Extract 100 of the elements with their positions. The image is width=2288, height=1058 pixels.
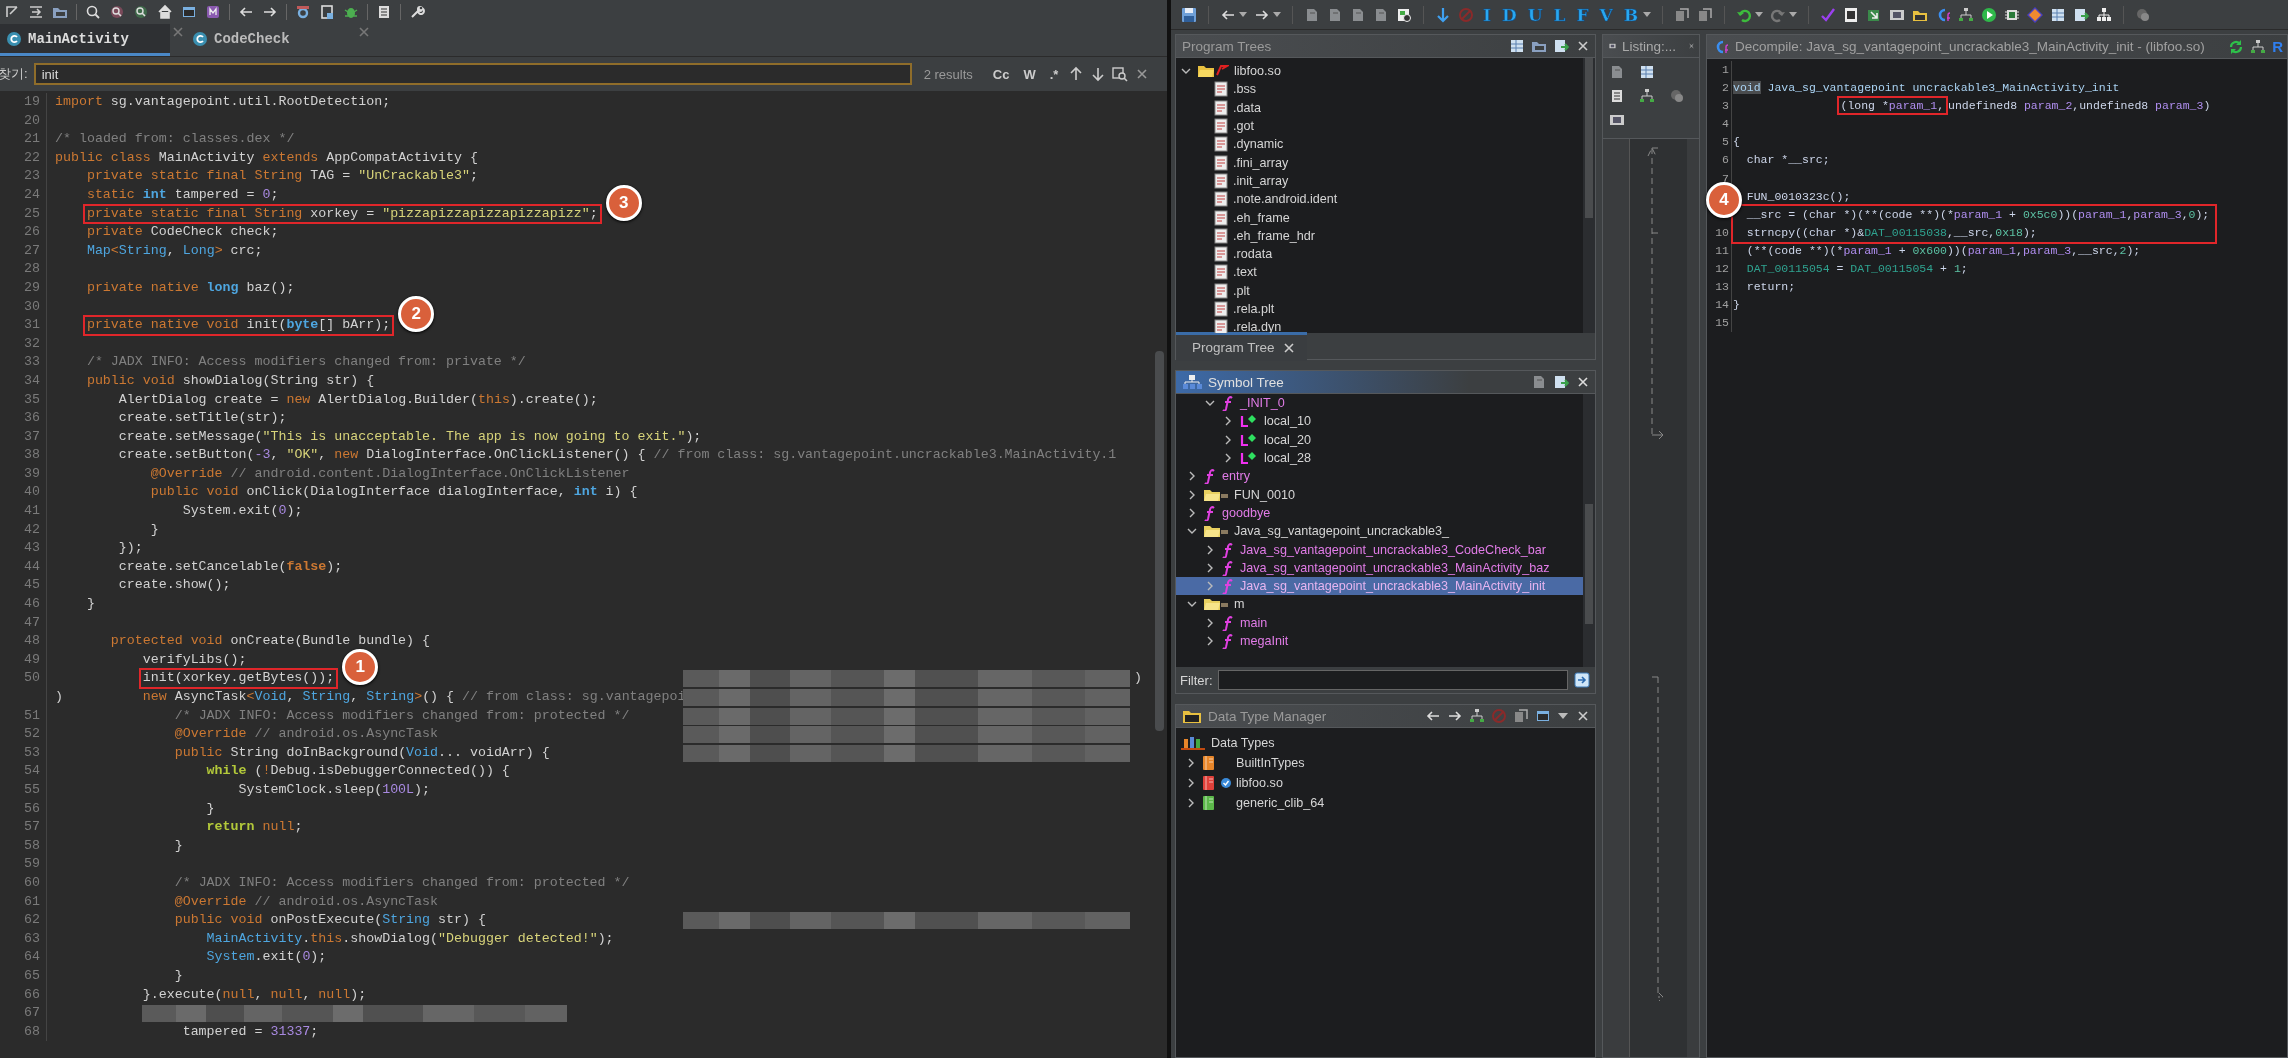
tree-item[interactable]: .rodata: [1176, 244, 1583, 264]
toolbar-button[interactable]: V: [1597, 4, 1615, 25]
filter-options-icon[interactable]: [1573, 671, 1591, 689]
result-count: 2 results: [923, 66, 973, 82]
search-option-button[interactable]: Cc: [988, 66, 1014, 82]
tree-item[interactable]: libfoo.so: [1176, 62, 1583, 81]
step-badge: 3: [605, 184, 642, 221]
page-icon[interactable]: [1373, 6, 1389, 23]
code-line: {: [1733, 135, 1740, 149]
window-icon[interactable]: [181, 4, 197, 20]
code-line: /* JADX INFO: Access modifiers changed from: protected */: [173, 706, 631, 725]
tree-item-label: libfoo.so: [1236, 776, 1283, 790]
editor-tab[interactable]: CodeCheck: [186, 24, 356, 56]
expand-icon[interactable]: [4, 4, 20, 20]
line-number: 65: [24, 967, 40, 983]
tree-item[interactable]: Data Types: [1176, 733, 1595, 753]
log-icon[interactable]: [376, 4, 392, 20]
module-icon[interactable]: [205, 4, 221, 20]
page-icon[interactable]: [1304, 6, 1320, 23]
page-icon[interactable]: [1327, 6, 1343, 23]
tree-item[interactable]: .text: [1176, 263, 1583, 282]
binary-icon[interactable]: [1843, 6, 1860, 23]
search-option-button[interactable]: W: [1019, 66, 1040, 82]
table-export-icon[interactable]: [1553, 374, 1569, 390]
tree-item[interactable]: entry: [1176, 467, 1583, 486]
table-export-icon[interactable]: [1553, 38, 1569, 54]
view-tab[interactable]: Program Tree: [1192, 340, 1275, 355]
search-text-icon[interactable]: [133, 4, 149, 20]
refresh-icon[interactable]: [2228, 38, 2245, 55]
code-line: }: [173, 966, 184, 985]
tree-item[interactable]: local_10: [1176, 412, 1583, 431]
checkmark-icon[interactable]: [1820, 6, 1837, 23]
home-icon[interactable]: [157, 4, 173, 20]
tree-item[interactable]: m: [1176, 595, 1583, 614]
tree-item-label: Java_sg_vantagepoint_uncrackable3_: [1234, 524, 1449, 539]
tree-item[interactable]: libfoo.so: [1176, 773, 1595, 793]
page-icon[interactable]: [1531, 374, 1547, 390]
tree-item[interactable]: Java_sg_vantagepoint_uncrackable3_: [1176, 522, 1583, 541]
tree-item[interactable]: .fini_array: [1176, 153, 1583, 172]
table-export-icon[interactable]: [2073, 6, 2090, 23]
wrench-icon[interactable]: [409, 4, 425, 20]
tree-item[interactable]: BuiltInTypes: [1176, 753, 1595, 773]
tree-item[interactable]: .init_array: [1176, 171, 1583, 191]
code-line: private native long baz();: [85, 278, 296, 297]
export-icon[interactable]: [28, 4, 44, 20]
down-arrow-icon[interactable]: [1435, 6, 1451, 23]
table-icon[interactable]: [2050, 6, 2067, 23]
panel-title: Decompile: Java_sg_vantagepoint_uncrackable3_MainActivity_init - (libfoo.so): [1735, 39, 2205, 54]
tree-item[interactable]: FUN_0010: [1176, 485, 1583, 504]
tree-item[interactable]: main: [1176, 613, 1583, 632]
search-usage-icon[interactable]: [109, 4, 125, 20]
tree-item-label: .fini_array: [1233, 155, 1289, 170]
tree-item[interactable]: local_20: [1176, 430, 1583, 449]
tree-item[interactable]: .bss: [1176, 80, 1583, 99]
code-line: }: [85, 595, 96, 614]
search-option-button[interactable]: .*: [1045, 66, 1063, 82]
search-icon[interactable]: [85, 4, 101, 20]
find-in-files-icon[interactable]: [1112, 66, 1129, 82]
toolbar-button[interactable]: B: [1621, 4, 1641, 25]
diamond-icon[interactable]: [2027, 6, 2044, 23]
play-icon[interactable]: [1981, 6, 1998, 23]
tree-item[interactable]: .rela.dyn: [1176, 318, 1583, 333]
tree-item[interactable]: megaInit: [1176, 631, 1583, 651]
table-icon[interactable]: [1509, 38, 1525, 54]
editor-tab[interactable]: MainActivity: [0, 24, 170, 56]
filter-field[interactable]: [1217, 670, 1568, 690]
toolbar-button[interactable]: I: [1481, 4, 1493, 25]
tree-item[interactable]: .rela.plt: [1176, 299, 1583, 319]
page-icon[interactable]: [1350, 6, 1366, 23]
arrow-down-icon[interactable]: [1090, 66, 1107, 82]
local-variable-icon: [1239, 413, 1259, 430]
line-number: 35: [24, 391, 40, 407]
graph-icon[interactable]: [1469, 708, 1485, 724]
graph-icon[interactable]: [1958, 6, 1975, 23]
tree-item[interactable]: .data: [1176, 98, 1583, 117]
device-icon[interactable]: [319, 4, 335, 20]
tree-item[interactable]: generic_clib_64: [1176, 793, 1595, 813]
code-line: protected void onCreate(Bundle bundle) {: [109, 632, 432, 651]
tree-item[interactable]: .dynamic: [1176, 135, 1583, 154]
save-icon[interactable]: [1181, 6, 1197, 23]
tree-item[interactable]: .plt: [1176, 281, 1583, 300]
tree-item[interactable]: .eh_frame_hdr: [1176, 226, 1583, 245]
tree-item[interactable]: .got: [1176, 116, 1583, 136]
line-number: 50: [24, 670, 40, 686]
graph-icon[interactable]: [2250, 38, 2267, 55]
tree-item-label: m: [1234, 597, 1245, 612]
tree-item[interactable]: Java_sg_vantagepoint_uncrackable3_MainActivity_baz: [1176, 558, 1583, 577]
window-icon[interactable]: [1535, 708, 1551, 724]
tree-item[interactable]: goodbye: [1176, 503, 1583, 523]
code-line: }.execute(null, null, null);: [141, 985, 368, 1004]
tree-item[interactable]: .eh_frame: [1176, 208, 1583, 227]
line-number: 36: [24, 410, 40, 426]
tree-item[interactable]: local_28: [1176, 448, 1583, 468]
tree-item[interactable]: _INIT_0: [1176, 394, 1583, 413]
tree-item[interactable]: Java_sg_vantagepoint_uncrackable3_CodeCheck_bar: [1176, 540, 1583, 559]
tree-item[interactable]: .note.android.ident: [1176, 190, 1583, 209]
toolbar-button[interactable]: D: [1499, 4, 1519, 25]
hierarchy-icon[interactable]: [2096, 6, 2113, 23]
code-line: public void onClick(DialogInterface dialogInterface, int i) {: [149, 483, 639, 502]
search-field[interactable]: init: [33, 63, 912, 85]
